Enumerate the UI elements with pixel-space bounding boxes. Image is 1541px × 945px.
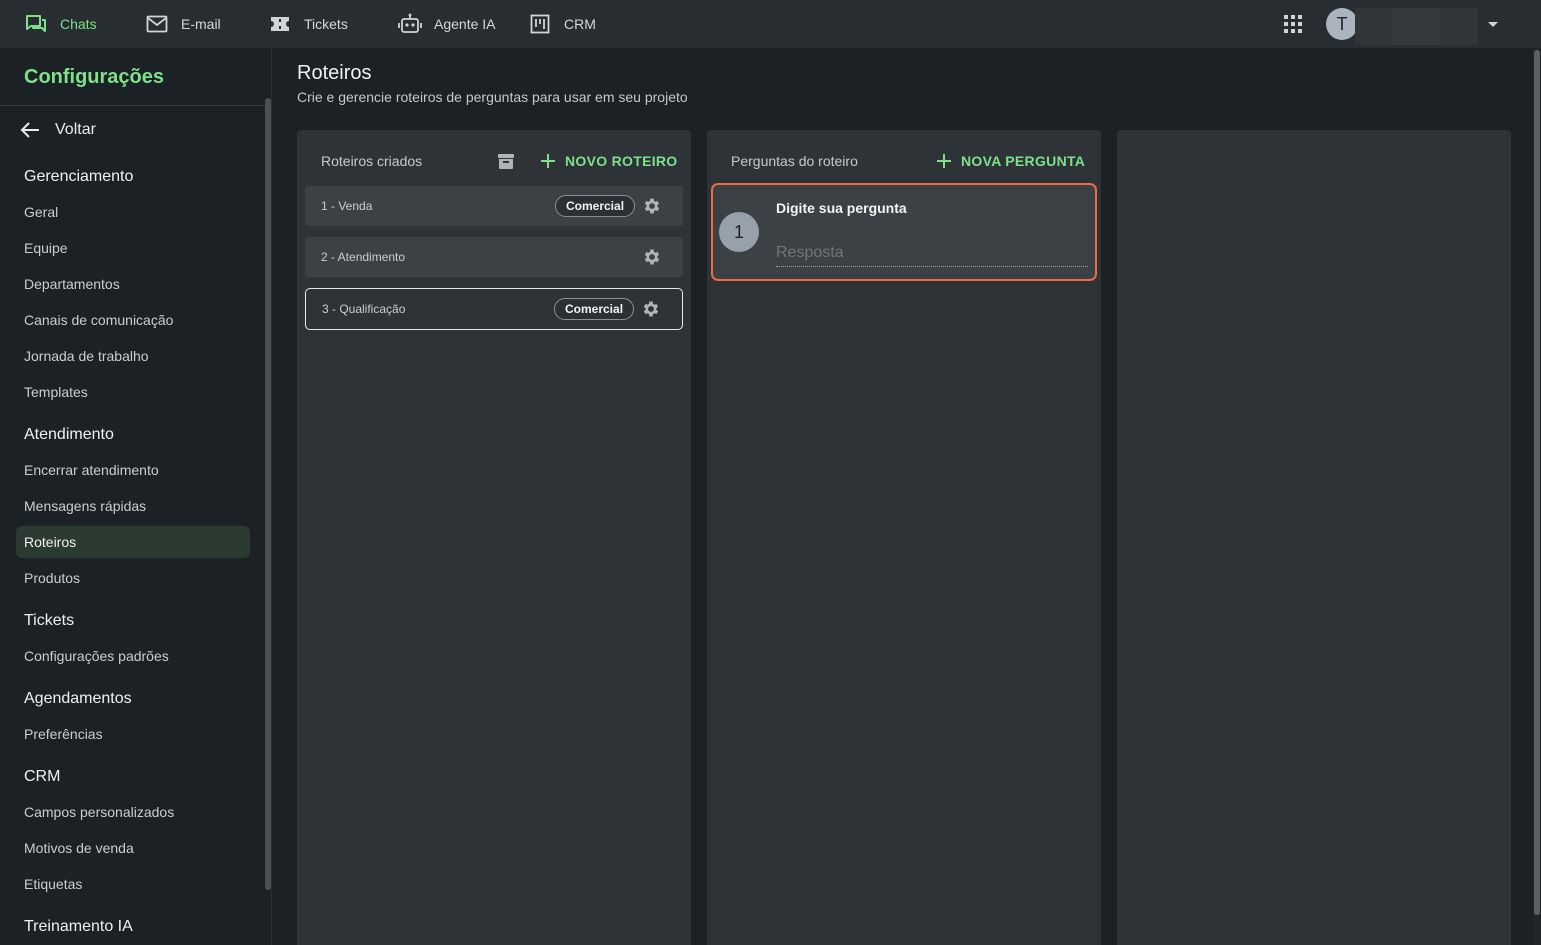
section-crm: CRM [24, 768, 61, 785]
user-name-redacted [1355, 8, 1478, 45]
sidebar-item-equipe[interactable]: Equipe [16, 232, 250, 264]
sidebar-item-mensagens[interactable]: Mensagens rápidas [16, 490, 250, 522]
section-tickets: Tickets [24, 612, 75, 629]
answer-input[interactable] [776, 239, 1088, 267]
sidebar-item-campos[interactable]: Campos personalizados [16, 796, 250, 828]
gear-icon[interactable] [641, 299, 661, 319]
sidebar-item-geral[interactable]: Geral [16, 196, 250, 228]
new-question-label: NOVA PERGUNTA [961, 153, 1086, 169]
section-treinamento-ia: Treinamento IA [24, 918, 133, 935]
nav-crm-label: CRM [564, 16, 596, 32]
sidebar-item-produtos[interactable]: Produtos [16, 562, 250, 594]
sidebar-divider [0, 105, 266, 106]
sidebar-scrollbar[interactable] [265, 98, 271, 890]
question-card[interactable]: 1 Digite sua pergunta [711, 183, 1097, 281]
ticket-icon [268, 12, 292, 36]
window-scrollbar-thumb[interactable] [1534, 50, 1540, 915]
sidebar-item-motivos[interactable]: Motivos de venda [16, 832, 250, 864]
script-label: 2 - Atendimento [321, 250, 406, 264]
questions-panel: Perguntas do roteiro NOVA PERGUNTA 1 Dig… [707, 130, 1101, 945]
new-question-button[interactable]: NOVA PERGUNTA [935, 152, 1085, 170]
back-button[interactable]: Voltar [18, 118, 96, 142]
sidebar-item-config-padroes[interactable]: Configurações padrões [16, 640, 250, 672]
scripts-panel-header: Roteiros criados [321, 153, 423, 169]
tag-chip: Comercial [554, 298, 635, 320]
tag-chip: Comercial [555, 195, 636, 217]
nav-crm[interactable]: CRM [528, 0, 596, 48]
plus-icon [539, 152, 557, 170]
script-item-atendimento[interactable]: 2 - Atendimento [305, 237, 683, 277]
nav-chats-label: Chats [60, 16, 97, 32]
new-script-label: NOVO ROTEIRO [565, 153, 678, 169]
chat-icon [24, 12, 48, 36]
sidebar-item-etiquetas[interactable]: Etiquetas [16, 868, 250, 900]
nav-email-label: E-mail [181, 16, 221, 32]
details-panel [1117, 130, 1511, 945]
plus-icon [935, 152, 953, 170]
page-title: Roteiros [297, 62, 372, 84]
sidebar-item-roteiros[interactable]: Roteiros [16, 526, 250, 558]
apps-grid-icon[interactable] [1283, 14, 1303, 34]
section-agendamentos: Agendamentos [24, 690, 132, 707]
gear-icon[interactable] [642, 196, 662, 216]
script-label: 1 - Venda [321, 199, 373, 213]
chevron-down-icon[interactable] [1487, 19, 1499, 29]
sidebar-item-preferencias[interactable]: Preferências [16, 718, 250, 750]
window-scrollbar[interactable] [1533, 48, 1541, 945]
script-label: 3 - Qualificação [322, 302, 406, 316]
script-item-qualificacao[interactable]: 3 - Qualificação Comercial [305, 288, 683, 330]
sidebar-item-departamentos[interactable]: Departamentos [16, 268, 250, 300]
sidebar-item-templates[interactable]: Templates [16, 376, 250, 408]
sidebar-title: Configurações [24, 66, 165, 88]
sidebar-item-jornada[interactable]: Jornada de trabalho [16, 340, 250, 372]
nav-agente-ia-label: Agente IA [434, 16, 496, 32]
mail-icon [145, 12, 169, 36]
question-title[interactable]: Digite sua pergunta [776, 200, 907, 216]
nav-agente-ia[interactable]: Agente IA [398, 0, 496, 48]
script-item-venda[interactable]: 1 - Venda Comercial [305, 186, 683, 226]
user-avatar[interactable]: T [1326, 8, 1358, 40]
new-script-button[interactable]: NOVO ROTEIRO [539, 152, 678, 170]
scripts-panel: Roteiros criados NOVO ROTEIRO 1 - Venda … [297, 130, 691, 945]
sidebar-item-encerrar[interactable]: Encerrar atendimento [16, 454, 250, 486]
nav-email[interactable]: E-mail [145, 0, 221, 48]
page-subtitle: Crie e gerencie roteiros de perguntas pa… [297, 89, 688, 105]
nav-chats[interactable]: Chats [24, 0, 97, 48]
settings-sidebar: Configurações Voltar Gerenciamento Geral… [0, 48, 272, 945]
kanban-icon [528, 12, 552, 36]
back-label: Voltar [55, 121, 96, 138]
question-number-badge: 1 [719, 212, 759, 252]
nav-tickets[interactable]: Tickets [268, 0, 348, 48]
gear-icon[interactable] [642, 247, 662, 267]
archive-icon[interactable] [497, 152, 515, 170]
section-atendimento: Atendimento [24, 426, 114, 443]
sidebar-item-canais[interactable]: Canais de comunicação [16, 304, 250, 336]
top-navigation-bar: Chats E-mail Tickets Agente IA CRM T [0, 0, 1541, 48]
questions-panel-header: Perguntas do roteiro [731, 153, 858, 169]
nav-tickets-label: Tickets [304, 16, 348, 32]
robot-icon [398, 12, 422, 36]
arrow-left-icon [18, 118, 42, 142]
section-gerenciamento: Gerenciamento [24, 168, 134, 185]
